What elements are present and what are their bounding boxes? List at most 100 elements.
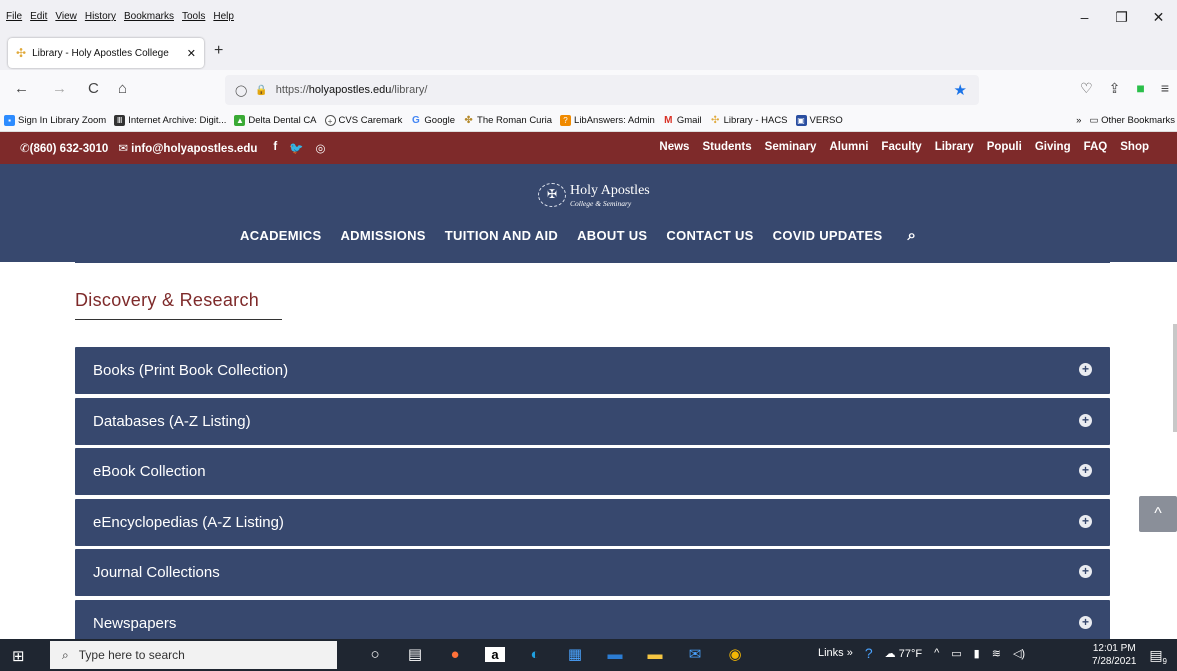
bookmark-label: Sign In Library Zoom	[18, 115, 107, 126]
file-explorer-icon[interactable]: ▬	[645, 646, 665, 663]
wifi-icon[interactable]: ≋	[992, 647, 1001, 660]
menu-help[interactable]: Help	[213, 11, 234, 22]
page-scrollbar[interactable]	[1173, 324, 1177, 432]
amazon-icon[interactable]: a	[485, 646, 505, 662]
library-icon[interactable]: ⇪	[1109, 80, 1121, 97]
accordion-databases[interactable]: Databases (A-Z Listing) +	[75, 397, 1110, 445]
speaker-icon[interactable]: ◁)	[1013, 647, 1025, 660]
link-news[interactable]: News	[659, 141, 689, 153]
nav-admissions[interactable]: ADMISSIONS	[340, 228, 425, 243]
pocket-icon[interactable]: ♡	[1080, 80, 1093, 97]
edge-icon[interactable]: ◐	[525, 646, 545, 663]
accordion-journals[interactable]: Journal Collections +	[75, 549, 1110, 596]
link-shop[interactable]: Shop	[1120, 141, 1149, 153]
menu-edit[interactable]: Edit	[30, 11, 47, 22]
bookmark-google[interactable]: G Google	[410, 115, 455, 126]
firefox-icon[interactable]: ●	[445, 646, 465, 663]
email-link[interactable]: ✉ info@holyapostles.edu	[118, 141, 257, 155]
links-toolbar[interactable]: Links »	[818, 647, 853, 659]
extension-icon[interactable]: ■	[1136, 80, 1144, 97]
phone-link[interactable]: ✆(860) 632-3010	[20, 141, 108, 155]
home-button[interactable]: ⌂	[118, 80, 127, 97]
bookmark-label: Gmail	[676, 115, 702, 126]
expand-plus-icon[interactable]: +	[1079, 363, 1092, 376]
accordion-label: eBook Collection	[93, 463, 206, 480]
battery-icon[interactable]: ▮	[974, 647, 980, 660]
notifications-icon[interactable]: ▤9	[1149, 647, 1167, 666]
tab-close-icon[interactable]: ✕	[187, 47, 196, 60]
expand-plus-icon[interactable]: +	[1079, 615, 1092, 629]
accordion-ebooks[interactable]: eBook Collection +	[75, 448, 1110, 495]
link-alumni[interactable]: Alumni	[829, 141, 868, 153]
reload-button[interactable]: C	[88, 80, 99, 97]
bookmark-internet-archive[interactable]: Ⅲ Internet Archive: Digit...	[114, 115, 226, 126]
taskbar-search[interactable]: ⌕ Type here to search	[50, 641, 337, 669]
network-icon[interactable]: ▭	[951, 647, 961, 660]
bookmark-zoom[interactable]: ▪ Sign In Library Zoom	[4, 115, 106, 126]
forward-button[interactable]: →	[52, 80, 67, 97]
chrome-icon[interactable]: ◉	[725, 645, 745, 663]
tab-library[interactable]: ✣ Library - Holy Apostles College ✕	[8, 38, 204, 68]
nav-tuition-and-aid[interactable]: TUITION AND AID	[445, 228, 558, 243]
link-library[interactable]: Library	[935, 141, 974, 153]
menu-bookmarks[interactable]: Bookmarks	[124, 11, 174, 22]
scroll-to-top-button[interactable]: ^	[1139, 496, 1177, 532]
link-students[interactable]: Students	[702, 141, 751, 153]
bookmark-gmail[interactable]: M Gmail	[663, 115, 702, 126]
menu-history[interactable]: History	[85, 11, 116, 22]
lock-icon[interactable]: 🔒	[255, 85, 267, 96]
show-hidden-icons-icon[interactable]: ^	[934, 647, 939, 659]
accordion-eencyclopedias[interactable]: eEncyclopedias (A-Z Listing) +	[75, 498, 1110, 546]
bookmarks-overflow-button[interactable]: »	[1076, 115, 1081, 126]
restore-button[interactable]: ❐	[1103, 9, 1140, 26]
nav-contact-us[interactable]: CONTACT US	[666, 228, 753, 243]
hamburger-menu-icon[interactable]: ≡	[1161, 80, 1169, 97]
bookmark-cvs[interactable]: + CVS Caremark	[324, 115, 402, 126]
back-button[interactable]: ←	[14, 80, 29, 97]
link-populi[interactable]: Populi	[987, 141, 1022, 153]
bookmark-delta-dental[interactable]: ▲ Delta Dental CA	[234, 115, 317, 126]
nav-covid-updates[interactable]: COVID UPDATES	[773, 228, 883, 243]
nav-about-us[interactable]: ABOUT US	[577, 228, 647, 243]
mail-icon[interactable]: ✉	[685, 645, 705, 663]
accordion-books[interactable]: Books (Print Book Collection) +	[75, 347, 1110, 394]
nav-academics[interactable]: ACADEMICS	[240, 228, 321, 243]
bookmark-libanswers[interactable]: ? LibAnswers: Admin	[560, 115, 655, 126]
search-icon[interactable]: ⌕	[908, 227, 917, 244]
menu-view[interactable]: View	[55, 11, 77, 22]
close-window-button[interactable]: ✕	[1140, 9, 1177, 26]
bookmark-star-icon[interactable]: ★	[954, 81, 967, 99]
link-faq[interactable]: FAQ	[1084, 141, 1108, 153]
word-icon[interactable]: ▬	[605, 646, 625, 663]
other-bookmarks[interactable]: ▭ Other Bookmarks	[1089, 115, 1175, 126]
store-icon[interactable]: ▦	[565, 645, 585, 663]
help-icon[interactable]: ?	[865, 645, 873, 661]
twitter-icon[interactable]: 🐦	[289, 141, 303, 155]
expand-plus-icon[interactable]: +	[1079, 413, 1092, 427]
menu-file[interactable]: File	[6, 11, 22, 22]
new-tab-button[interactable]: +	[214, 42, 223, 60]
expand-plus-icon[interactable]: +	[1079, 464, 1092, 477]
system-clock[interactable]: 12:01 PM 7/28/2021	[1092, 642, 1137, 668]
bookmark-verso[interactable]: ▣ VERSO	[795, 115, 843, 126]
windows-start-icon[interactable]: ⊞	[12, 647, 25, 665]
instagram-icon[interactable]: ◎	[316, 141, 326, 155]
expand-plus-icon[interactable]: +	[1079, 514, 1092, 528]
bookmark-roman-curia[interactable]: ✤ The Roman Curia	[463, 115, 552, 126]
link-faculty[interactable]: Faculty	[881, 141, 921, 153]
menu-tools[interactable]: Tools	[182, 11, 205, 22]
minimize-button[interactable]: –	[1066, 9, 1103, 26]
task-view-icon[interactable]: ▤	[405, 645, 425, 663]
facebook-icon[interactable]: f	[273, 141, 277, 155]
site-logo[interactable]: ✠ Holy Apostles College & Seminary	[538, 181, 650, 208]
clock-date: 7/28/2021	[1092, 656, 1137, 667]
expand-plus-icon[interactable]: +	[1079, 565, 1092, 578]
link-giving[interactable]: Giving	[1035, 141, 1071, 153]
weather-widget[interactable]: ☁ 77°F	[885, 647, 922, 660]
link-seminary[interactable]: Seminary	[765, 141, 817, 153]
address-bar[interactable]: ◯ 🔒 https://holyapostles.edu/library/ ★	[225, 75, 979, 105]
cortana-icon[interactable]: ○	[365, 646, 385, 663]
bookmark-library-hacs[interactable]: ✣ Library - HACS	[710, 115, 788, 126]
tracking-shield-icon[interactable]: ◯	[235, 84, 247, 97]
section-title-underline	[75, 319, 282, 320]
